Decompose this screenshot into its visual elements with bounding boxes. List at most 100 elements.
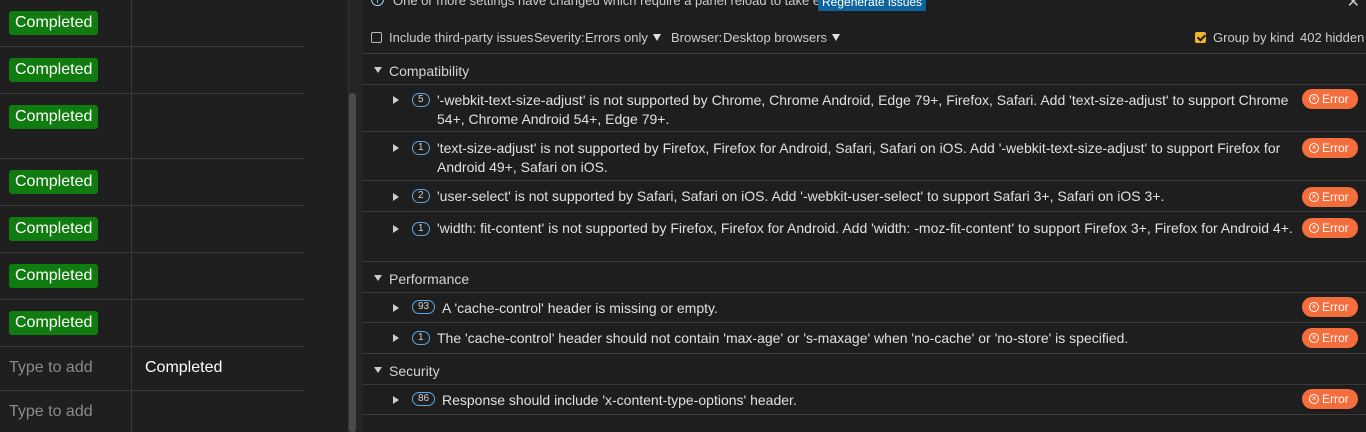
severity-dropdown[interactable]: Errors only <box>585 30 661 45</box>
type-to-add-placeholder[interactable]: Type to add <box>9 359 93 377</box>
error-badge: × Error <box>1302 389 1358 409</box>
empty-cell[interactable] <box>132 206 304 252</box>
issue-text: 'text-size-adjust' is not supported by F… <box>437 140 1281 175</box>
add-row[interactable]: Type to add Completed <box>0 347 304 391</box>
expand-arrow-icon[interactable] <box>393 193 399 201</box>
issue-text: 'user-select' is not supported by Safari… <box>437 188 1165 204</box>
status-cell[interactable]: Completed <box>0 206 132 252</box>
status-badge: Completed <box>9 58 99 82</box>
group-title: Security <box>389 363 440 379</box>
issue-count-badge: 1 <box>412 141 430 155</box>
group-title: Compatibility <box>389 63 470 79</box>
expand-arrow-icon[interactable] <box>393 396 399 404</box>
error-x-icon: × <box>1309 223 1319 233</box>
issue-count-badge: 1 <box>412 331 430 345</box>
expand-arrow-icon[interactable] <box>393 96 399 104</box>
hidden-count: 402 hidden <box>1300 30 1365 45</box>
info-icon: i <box>371 0 384 6</box>
issue-row[interactable]: 1 'width: fit-content' is not supported … <box>363 212 1366 262</box>
expand-triangle-icon <box>374 275 382 281</box>
issues-panel: i One or more settings have changed whic… <box>363 0 1366 432</box>
error-badge: × Error <box>1302 89 1358 109</box>
error-label: Error <box>1322 392 1349 406</box>
issue-count-badge: 1 <box>412 222 430 236</box>
panel-gutter <box>304 0 348 432</box>
status-cell[interactable]: Completed <box>0 47 132 93</box>
table-row[interactable]: Completed <box>0 94 304 159</box>
browser-dropdown[interactable]: Desktop browsers <box>723 30 841 45</box>
status-badge: Completed <box>9 264 99 288</box>
error-x-icon: × <box>1309 143 1319 153</box>
status-text: Completed <box>145 359 223 376</box>
expand-triangle-icon <box>374 367 382 373</box>
table-row[interactable]: Completed <box>0 253 304 300</box>
regenerate-issues-button[interactable]: Regenerate issues <box>818 0 927 11</box>
status-badge: Completed <box>9 11 99 35</box>
issue-text: The 'cache-control' header should not co… <box>437 330 1129 346</box>
issue-row[interactable]: 1 'text-size-adjust' is not supported by… <box>363 132 1366 181</box>
issue-count-badge: 5 <box>412 93 430 107</box>
include-third-party-label[interactable]: Include third-party issues <box>389 30 534 45</box>
error-label: Error <box>1322 92 1349 106</box>
chevron-down-icon <box>652 34 661 41</box>
status-cell[interactable]: Completed <box>0 300 132 346</box>
table-row[interactable]: Completed <box>0 0 304 47</box>
add-input-cell[interactable]: Type to add <box>0 391 132 432</box>
empty-cell[interactable] <box>132 159 304 205</box>
expand-arrow-icon[interactable] <box>393 225 399 233</box>
issue-count-badge: 2 <box>412 189 430 203</box>
chevron-down-icon <box>832 34 841 41</box>
error-label: Error <box>1322 300 1349 314</box>
expand-triangle-icon <box>374 67 382 73</box>
status-cell[interactable]: Completed <box>0 94 132 158</box>
status-cell[interactable]: Completed <box>0 253 132 299</box>
empty-cell[interactable] <box>132 300 304 346</box>
error-badge: × Error <box>1302 218 1358 238</box>
group-title: Performance <box>389 271 470 287</box>
status-cell[interactable]: Completed <box>0 0 132 46</box>
reload-message: One or more settings have changed which … <box>393 0 849 8</box>
status-cell[interactable]: Completed <box>0 159 132 205</box>
error-label: Error <box>1322 190 1349 204</box>
browser-label: Browser: <box>671 30 723 45</box>
table-row[interactable]: Completed <box>0 300 304 347</box>
issue-row[interactable]: 1 The 'cache-control' header should not … <box>363 323 1366 354</box>
reload-banner: i One or more settings have changed whic… <box>363 0 1366 14</box>
issue-row[interactable]: 2 'user-select' is not supported by Safa… <box>363 181 1366 212</box>
error-label: Error <box>1322 221 1349 235</box>
expand-arrow-icon[interactable] <box>393 144 399 152</box>
table-row[interactable]: Completed <box>0 159 304 206</box>
severity-value: Errors only <box>585 30 648 45</box>
severity-label: Severity: <box>534 30 585 45</box>
group-header-compatibility[interactable]: Compatibility <box>363 55 1366 85</box>
empty-cell[interactable] <box>132 0 304 46</box>
add-row[interactable]: Type to add <box>0 391 304 432</box>
include-third-party-checkbox[interactable] <box>371 32 382 43</box>
error-x-icon: × <box>1309 394 1319 404</box>
issue-count-badge: 86 <box>412 392 436 406</box>
group-by-kind-label[interactable]: Group by kind <box>1213 30 1294 45</box>
issue-row[interactable]: 86 Response should include 'x-content-ty… <box>363 384 1366 415</box>
group-header-security[interactable]: Security <box>363 355 1366 385</box>
issue-text: '-webkit-text-size-adjust' is not suppor… <box>437 92 1289 127</box>
error-label: Error <box>1322 141 1349 155</box>
table-row[interactable]: Completed <box>0 206 304 253</box>
empty-cell[interactable] <box>132 391 304 432</box>
status-cell[interactable]: Completed <box>132 347 304 390</box>
type-to-add-placeholder[interactable]: Type to add <box>9 403 93 421</box>
group-header-performance[interactable]: Performance <box>363 263 1366 293</box>
empty-cell[interactable] <box>132 47 304 93</box>
add-input-cell[interactable]: Type to add <box>0 347 132 390</box>
browser-value: Desktop browsers <box>723 30 828 45</box>
issue-text: Response should include 'x-content-type-… <box>442 392 797 408</box>
close-icon[interactable]: ✕ <box>1347 0 1360 12</box>
group-by-kind-checkbox[interactable] <box>1195 32 1206 43</box>
scrollbar-thumb[interactable] <box>349 93 356 432</box>
empty-cell[interactable] <box>132 253 304 299</box>
empty-cell[interactable] <box>132 94 304 158</box>
table-row[interactable]: Completed <box>0 47 304 94</box>
issue-row[interactable]: 5 '-webkit-text-size-adjust' is not supp… <box>363 84 1366 132</box>
expand-arrow-icon[interactable] <box>393 304 399 312</box>
issue-row[interactable]: 93 A 'cache-control' header is missing o… <box>363 292 1366 323</box>
expand-arrow-icon[interactable] <box>393 334 399 342</box>
